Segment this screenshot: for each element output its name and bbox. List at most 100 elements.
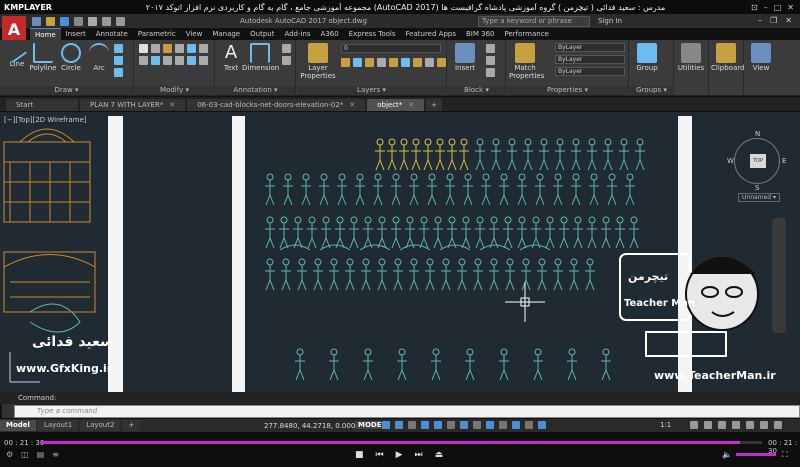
tab-parametric[interactable]: Parametric <box>133 28 181 40</box>
transparency-icon[interactable] <box>473 421 481 429</box>
gradient-icon[interactable] <box>114 68 123 77</box>
utilities-tool[interactable]: Utilities <box>676 43 706 72</box>
otrack-icon[interactable] <box>447 421 455 429</box>
ucs-menu[interactable]: Unnamed ▾ <box>738 193 780 202</box>
array-icon[interactable] <box>187 56 196 65</box>
dimension-tool[interactable]: Dimension <box>242 43 279 72</box>
table-icon[interactable] <box>282 56 291 65</box>
annotation-visibility-icon[interactable] <box>525 421 533 429</box>
scale-icon[interactable] <box>175 56 184 65</box>
next-icon[interactable]: ⏭ <box>415 450 423 460</box>
insert-tool[interactable]: Insert <box>450 43 480 72</box>
layer-isolate-icon[interactable] <box>353 58 362 67</box>
stretch-icon[interactable] <box>163 56 172 65</box>
settings-icon[interactable]: ⚙ <box>6 450 13 459</box>
move-icon[interactable] <box>139 44 148 53</box>
block-panel-label[interactable]: Block ▾ <box>448 86 505 95</box>
layer-thaw-icon[interactable] <box>425 58 434 67</box>
close-icon[interactable]: ✕ <box>787 3 794 12</box>
layout-tab-layout2[interactable]: Layout2 <box>80 420 121 431</box>
explode-icon[interactable] <box>151 56 160 65</box>
grid-icon[interactable] <box>382 421 390 429</box>
hatch-icon[interactable] <box>114 56 123 65</box>
tab-manage[interactable]: Manage <box>207 28 245 40</box>
compass-east[interactable]: E <box>782 157 786 165</box>
layer-unlock-icon[interactable] <box>437 58 446 67</box>
volume-icon[interactable]: 🔈 <box>722 450 732 459</box>
close-icon[interactable]: ✕ <box>408 101 414 109</box>
minimize-icon[interactable]: – <box>764 3 768 12</box>
compass-north[interactable]: N <box>755 130 760 138</box>
layout-tab-layout1[interactable]: Layout1 <box>37 420 79 431</box>
layer-properties-tool[interactable]: Layer Properties <box>299 43 337 80</box>
play-icon[interactable]: ▶ <box>396 450 403 460</box>
add-layout-button[interactable]: + <box>122 420 141 431</box>
offset-icon[interactable] <box>199 56 208 65</box>
close-icon[interactable]: ✕ <box>169 101 175 109</box>
circle-tool[interactable]: Circle <box>56 43 86 72</box>
tab-home[interactable]: Home <box>30 28 61 40</box>
stop-icon[interactable]: ■ <box>355 450 364 460</box>
new-tab-button[interactable]: + <box>426 99 443 111</box>
dynamic-ucs-icon[interactable] <box>512 421 520 429</box>
osnap-icon[interactable] <box>434 421 442 429</box>
3d-osnap-icon[interactable] <box>499 421 507 429</box>
saveas-icon[interactable] <box>74 17 83 26</box>
view-tool[interactable]: View <box>746 43 776 72</box>
layer-current-icon[interactable] <box>401 58 410 67</box>
viewcube[interactable]: TOP <box>734 138 780 184</box>
lineweight-dropdown[interactable]: ByLayer <box>555 67 625 76</box>
command-customize-icon[interactable] <box>2 404 14 418</box>
draw-panel-label[interactable]: Draw ▾ <box>0 86 133 95</box>
rectangle-icon[interactable] <box>114 44 123 53</box>
tab-output[interactable]: Output <box>245 28 279 40</box>
volume-slider[interactable] <box>736 453 776 456</box>
tab-add-ins[interactable]: Add-ins <box>279 28 315 40</box>
sign-in-button[interactable]: Sign In <box>598 17 622 25</box>
arc-tool[interactable]: Arc <box>84 43 114 72</box>
units-icon[interactable] <box>718 421 726 429</box>
tab-bim-360[interactable]: BIM 360 <box>461 28 500 40</box>
save-icon[interactable] <box>60 17 69 26</box>
quick-properties-icon[interactable] <box>732 421 740 429</box>
isolate-objects-icon[interactable] <box>746 421 754 429</box>
maximize-icon[interactable]: □ <box>774 3 782 12</box>
edit-block-icon[interactable] <box>486 56 495 65</box>
3d-icon[interactable]: ◫ <box>21 450 29 459</box>
subtitle-icon[interactable]: ▤ <box>37 450 45 459</box>
minimize-icon[interactable]: – <box>758 16 762 25</box>
linetype-dropdown[interactable]: ByLayer <box>555 55 625 64</box>
redo-icon[interactable] <box>116 17 125 26</box>
match-properties-tool[interactable]: Match Properties <box>509 43 544 80</box>
compass-south[interactable]: S <box>755 184 759 192</box>
plot-icon[interactable] <box>88 17 97 26</box>
workspace-icon[interactable] <box>690 421 698 429</box>
rotate-icon[interactable] <box>151 44 160 53</box>
tab-performance[interactable]: Performance <box>499 28 553 40</box>
tab-view[interactable]: View <box>181 28 208 40</box>
annotation-scale[interactable]: 1:1 <box>660 421 671 429</box>
annotation-monitor-icon[interactable] <box>704 421 712 429</box>
copy-icon[interactable] <box>187 44 196 53</box>
snap-icon[interactable] <box>395 421 403 429</box>
create-block-icon[interactable] <box>486 44 495 53</box>
polyline-tool[interactable]: Polyline <box>28 43 58 72</box>
properties-panel-label[interactable]: Properties ▾ <box>507 86 628 95</box>
clipboard-tool[interactable]: Clipboard <box>711 43 744 72</box>
lineweight-icon[interactable] <box>460 421 468 429</box>
command-input[interactable]: Type a command <box>14 405 800 418</box>
layer-unisolate-icon[interactable] <box>413 58 422 67</box>
trim-icon[interactable] <box>163 44 172 53</box>
tab-featured-apps[interactable]: Featured Apps <box>401 28 461 40</box>
viewcube-top-face[interactable]: TOP <box>750 154 766 168</box>
navigation-bar[interactable] <box>772 218 786 333</box>
color-dropdown[interactable]: ByLayer <box>555 43 625 52</box>
layer-freeze-icon[interactable] <box>365 58 374 67</box>
ortho-icon[interactable] <box>408 421 416 429</box>
open-icon[interactable] <box>46 17 55 26</box>
menu-icon[interactable]: ≡ <box>52 450 59 459</box>
layers-panel-label[interactable]: Layers ▾ <box>297 86 446 95</box>
tab-express-tools[interactable]: Express Tools <box>344 28 401 40</box>
layer-match-icon[interactable] <box>389 58 398 67</box>
group-tool[interactable]: Group <box>632 43 662 72</box>
